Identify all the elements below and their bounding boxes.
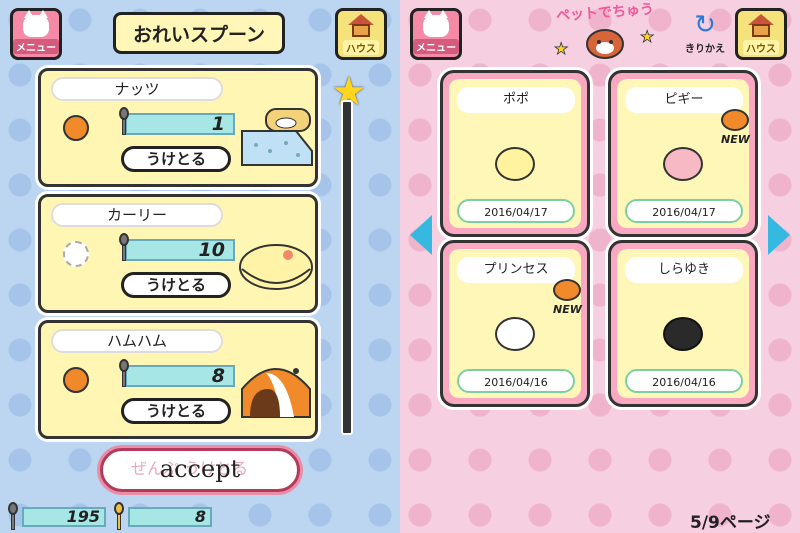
pet-date: 2016/04/17 <box>625 199 743 223</box>
pet-collection-panel: メニュー ペットでちゅう ★ ★ ↻ きりかえ ハウス ポポ 2016/04/1… <box>400 0 800 533</box>
switch-label: きりかえ <box>685 44 725 55</box>
hamster-badge-icon <box>553 279 581 301</box>
next-page-arrow[interactable] <box>768 215 790 255</box>
cushion-icon <box>239 244 313 290</box>
spoon-icon <box>117 359 131 389</box>
new-badge: NEW <box>721 133 750 146</box>
pet-date: 2016/04/17 <box>457 199 575 223</box>
spoon-count: 10 <box>198 239 225 261</box>
pig-pet-icon <box>663 147 703 181</box>
svg-text:★: ★ <box>640 27 654 46</box>
red-panda-icon: ★ ★ <box>554 27 655 59</box>
switch-button[interactable]: ↻ きりかえ <box>683 10 727 60</box>
receive-button[interactable]: うけとる <box>121 398 231 424</box>
pet-card[interactable]: ピギー NEW 2016/04/17 <box>608 70 758 237</box>
menu-button[interactable]: メニュー <box>410 8 462 60</box>
spoon-count: 8 <box>211 365 225 387</box>
refresh-icon: ↻ <box>694 10 716 40</box>
spoon-meter: 10 <box>125 239 235 261</box>
pet-date: 2016/04/16 <box>457 369 575 393</box>
black-cat-pet-icon <box>663 317 703 351</box>
reward-panel: メニュー おれいスプーン ハウス ナッツ 1 うけとる カーリー 10 うけとる <box>0 0 400 533</box>
menu-label: メニュー <box>413 38 459 54</box>
reward-card: カーリー 10 うけとる <box>38 194 318 313</box>
pet-card[interactable]: プリンセス NEW 2016/04/16 <box>440 240 590 407</box>
house-label: ハウス <box>343 39 379 55</box>
spoon-meter: 8 <box>125 365 235 387</box>
spoon-meter: 1 <box>125 113 235 135</box>
spoon-total: 195 <box>22 507 106 527</box>
pet-date: 2016/04/16 <box>625 369 743 393</box>
house-button[interactable]: ハウス <box>735 8 787 60</box>
hamster-dome-icon <box>241 368 311 418</box>
menu-label: メニュー <box>13 38 59 54</box>
bed-icon <box>241 108 313 166</box>
svg-text:★: ★ <box>554 39 568 58</box>
white-cat-pet-icon <box>495 317 535 351</box>
spoon-count: 1 <box>211 113 225 135</box>
page-title: おれいスプーン <box>113 12 285 54</box>
menu-button[interactable]: メニュー <box>10 8 62 60</box>
spoon-icon <box>117 107 131 137</box>
prev-page-arrow[interactable] <box>410 215 432 255</box>
silver-spoon-icon <box>6 502 20 532</box>
cat-icon <box>23 9 49 37</box>
game-logo: ペットでちゅう ★ ★ <box>550 2 660 62</box>
house-button[interactable]: ハウス <box>335 8 387 60</box>
pet-name: プリンセス <box>457 257 575 283</box>
sheep-pet-icon <box>63 241 89 267</box>
house-label: ハウス <box>743 39 779 55</box>
pet-name: ナッツ <box>51 77 223 101</box>
hamster-pet-icon <box>63 367 89 393</box>
pet-name: ハムハム <box>51 329 223 353</box>
pet-name: カーリー <box>51 203 223 227</box>
pet-name: ピギー <box>625 87 743 113</box>
hamster-badge-icon <box>721 109 749 131</box>
page-indicator: 5/9ページ <box>690 513 771 533</box>
chick-pet-icon <box>495 147 535 181</box>
pet-card[interactable]: ポポ 2016/04/17 <box>440 70 590 237</box>
tiger-pet-icon <box>63 115 89 141</box>
pet-name: ポポ <box>457 87 575 113</box>
receive-button[interactable]: うけとる <box>121 272 231 298</box>
pet-name: しらゆき <box>625 257 743 283</box>
pet-card[interactable]: しらゆき 2016/04/16 <box>608 240 758 407</box>
gold-spoon-total: 8 <box>128 507 212 527</box>
house-icon <box>748 13 774 38</box>
gold-spoon-icon <box>112 502 126 532</box>
accept-label: accept <box>159 455 241 483</box>
house-icon <box>348 13 374 38</box>
scrollbar-track[interactable] <box>341 100 353 435</box>
receive-button[interactable]: うけとる <box>121 146 231 172</box>
cat-icon <box>423 9 449 37</box>
reward-card: ナッツ 1 うけとる <box>38 68 318 187</box>
new-badge: NEW <box>553 303 582 316</box>
reward-card: ハムハム 8 うけとる <box>38 320 318 439</box>
accept-all-button[interactable]: ぜんぶ うけとる accept <box>100 448 300 492</box>
spoon-icon <box>117 233 131 263</box>
